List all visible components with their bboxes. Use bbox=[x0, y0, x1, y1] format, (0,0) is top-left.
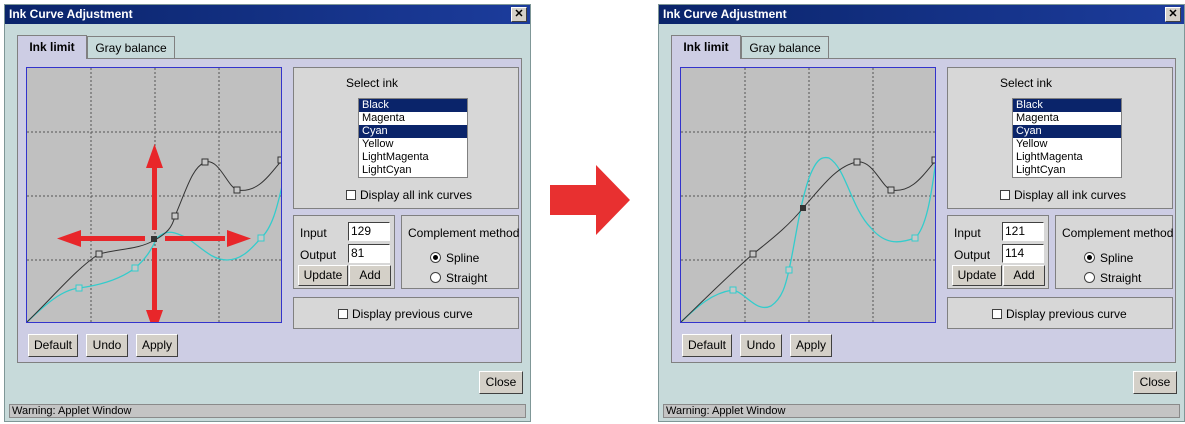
update-button[interactable]: Update bbox=[298, 265, 348, 286]
straight-radio[interactable] bbox=[430, 272, 441, 283]
input-label: Input bbox=[954, 226, 981, 240]
ink-list[interactable]: Black Magenta Cyan Yellow LightMagenta L… bbox=[358, 98, 468, 178]
input-field[interactable]: 121 bbox=[1002, 222, 1044, 241]
select-ink-label: Select ink bbox=[1000, 76, 1053, 90]
window-title: Ink Curve Adjustment bbox=[9, 7, 133, 21]
display-all-checkbox[interactable] bbox=[346, 190, 356, 200]
display-previous-label: Display previous curve bbox=[1006, 307, 1127, 321]
output-field[interactable]: 81 bbox=[348, 244, 390, 263]
curve-editor[interactable] bbox=[26, 67, 282, 323]
list-item-magenta[interactable]: Magenta bbox=[1013, 112, 1121, 125]
spline-label: Spline bbox=[446, 251, 480, 265]
straight-radio[interactable] bbox=[1084, 272, 1095, 283]
input-field[interactable]: 129 bbox=[348, 222, 390, 241]
four-way-move-arrows-icon bbox=[57, 144, 251, 322]
list-item-lightmagenta[interactable]: LightMagenta bbox=[359, 151, 467, 164]
selected-point[interactable] bbox=[800, 205, 806, 211]
tab-ink-limit[interactable]: Ink limit bbox=[671, 35, 741, 59]
ink-curve-window-after: Ink Curve Adjustment ✕ Ink limit Gray ba… bbox=[658, 4, 1185, 422]
list-item-cyan[interactable]: Cyan bbox=[1013, 125, 1121, 138]
list-item-black[interactable]: Black bbox=[359, 99, 467, 112]
previous-curve-group: Display previous curve bbox=[947, 297, 1173, 329]
black-control-points[interactable] bbox=[749, 156, 936, 258]
tab-gray-balance[interactable]: Gray balance bbox=[741, 36, 829, 58]
list-item-cyan[interactable]: Cyan bbox=[359, 125, 467, 138]
output-field[interactable]: 114 bbox=[1002, 244, 1044, 263]
status-bar: Warning: Applet Window bbox=[9, 404, 526, 418]
display-previous-label: Display previous curve bbox=[352, 307, 473, 321]
straight-label: Straight bbox=[446, 271, 488, 285]
undo-button[interactable]: Undo bbox=[740, 334, 782, 357]
point-values-group: Input 129 Output 81 Update Add bbox=[293, 215, 395, 289]
close-button[interactable]: Close bbox=[1133, 371, 1177, 394]
apply-button[interactable]: Apply bbox=[136, 334, 178, 357]
ink-curve-window-before: Ink Curve Adjustment ✕ Ink limit Gray ba… bbox=[4, 4, 531, 422]
title-bar: Ink Curve Adjustment ✕ bbox=[5, 5, 530, 24]
add-button[interactable]: Add bbox=[349, 265, 391, 286]
close-icon[interactable]: ✕ bbox=[1165, 7, 1181, 22]
title-bar: Ink Curve Adjustment ✕ bbox=[659, 5, 1184, 24]
tab-ink-limit[interactable]: Ink limit bbox=[17, 35, 87, 59]
default-button[interactable]: Default bbox=[682, 334, 732, 357]
list-item-magenta[interactable]: Magenta bbox=[359, 112, 467, 125]
tab-gray-balance[interactable]: Gray balance bbox=[87, 36, 175, 58]
complement-method-label: Complement method bbox=[408, 226, 520, 240]
list-item-lightmagenta[interactable]: LightMagenta bbox=[1013, 151, 1121, 164]
input-label: Input bbox=[300, 226, 327, 240]
black-control-points[interactable] bbox=[95, 156, 282, 258]
straight-label: Straight bbox=[1100, 271, 1142, 285]
list-item-lightcyan[interactable]: LightCyan bbox=[1013, 164, 1121, 177]
point-values-group: Input 121 Output 114 Update Add bbox=[947, 215, 1049, 289]
complement-method-label: Complement method bbox=[1062, 226, 1174, 240]
undo-button[interactable]: Undo bbox=[86, 334, 128, 357]
add-button[interactable]: Add bbox=[1003, 265, 1045, 286]
selected-point[interactable] bbox=[151, 236, 157, 242]
select-ink-group: Select ink Black Magenta Cyan Yellow Lig… bbox=[947, 67, 1173, 209]
ink-limit-panel: Select ink Black Magenta Cyan Yellow Lig… bbox=[671, 58, 1176, 363]
spline-label: Spline bbox=[1100, 251, 1134, 265]
ink-list[interactable]: Black Magenta Cyan Yellow LightMagenta L… bbox=[1012, 98, 1122, 178]
apply-button[interactable]: Apply bbox=[790, 334, 832, 357]
spline-radio[interactable] bbox=[1084, 252, 1095, 263]
ink-limit-panel: Select ink Black Magenta Cyan Yellow Lig… bbox=[17, 58, 522, 363]
list-item-yellow[interactable]: Yellow bbox=[359, 138, 467, 151]
update-button[interactable]: Update bbox=[952, 265, 1002, 286]
display-all-label: Display all ink curves bbox=[1014, 188, 1127, 202]
curve-editor[interactable] bbox=[680, 67, 936, 323]
display-previous-checkbox[interactable] bbox=[992, 309, 1002, 319]
cyan-control-points[interactable] bbox=[729, 234, 919, 294]
output-label: Output bbox=[954, 248, 991, 262]
default-button[interactable]: Default bbox=[28, 334, 78, 357]
select-ink-group: Select ink Black Magenta Cyan Yellow Lig… bbox=[293, 67, 519, 209]
complement-method-group: Complement method Spline Straight bbox=[401, 215, 519, 289]
display-previous-checkbox[interactable] bbox=[338, 309, 348, 319]
close-icon[interactable]: ✕ bbox=[511, 7, 527, 22]
display-all-label: Display all ink curves bbox=[360, 188, 473, 202]
list-item-black[interactable]: Black bbox=[1013, 99, 1121, 112]
display-all-checkbox[interactable] bbox=[1000, 190, 1010, 200]
close-button[interactable]: Close bbox=[479, 371, 523, 394]
spline-radio[interactable] bbox=[430, 252, 441, 263]
previous-curve-group: Display previous curve bbox=[293, 297, 519, 329]
window-title: Ink Curve Adjustment bbox=[663, 7, 787, 21]
complement-method-group: Complement method Spline Straight bbox=[1055, 215, 1173, 289]
list-item-lightcyan[interactable]: LightCyan bbox=[359, 164, 467, 177]
right-arrow-icon bbox=[550, 165, 630, 238]
select-ink-label: Select ink bbox=[346, 76, 399, 90]
status-bar: Warning: Applet Window bbox=[663, 404, 1180, 418]
list-item-yellow[interactable]: Yellow bbox=[1013, 138, 1121, 151]
output-label: Output bbox=[300, 248, 337, 262]
